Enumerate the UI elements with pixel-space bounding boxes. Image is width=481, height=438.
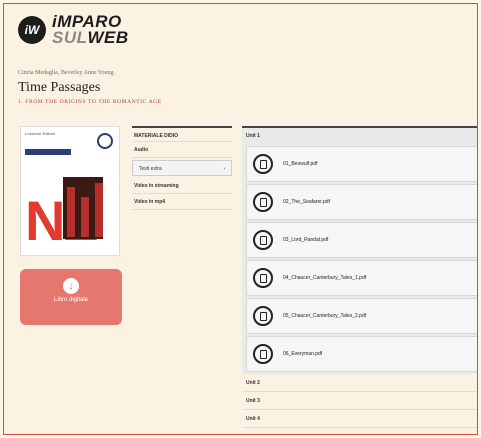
logo-text: iMPARO SULWEB (52, 13, 129, 47)
file-item[interactable]: 03_Lord_Randal.pdf (246, 222, 477, 258)
units-panel: Unit 1 01_Beowulf.pdf 02_The_Seafarer.pd… (242, 126, 477, 428)
chevron-right-icon: › (223, 166, 225, 172)
file-item[interactable]: 06_Everyman.pdf (246, 336, 477, 372)
unit-1-file-list: 01_Beowulf.pdf 02_The_Seafarer.pdf 03_Lo… (242, 142, 477, 374)
page-frame: iW iMPARO SULWEB Cinzia Medaglia, Beverl… (3, 3, 478, 435)
file-name: 02_The_Seafarer.pdf (283, 199, 330, 205)
file-item[interactable]: 01_Beowulf.pdf (246, 146, 477, 182)
menu-item-video-streaming[interactable]: Video in streaming (132, 178, 232, 194)
digital-book-label: Libro digitale (53, 297, 89, 303)
menu-header: MATERIALE DIDIO (132, 126, 232, 142)
logo-badge: iW (18, 16, 46, 44)
imparo-sul-web-logo[interactable]: iW iMPARO SULWEB (18, 13, 129, 47)
logo-line2-a: SUL (52, 28, 88, 47)
book-subtitle: 1. FROM THE ORIGINS TO THE ROMANTIC AGE (18, 99, 162, 105)
pdf-file-icon (253, 154, 273, 174)
file-item[interactable]: 05_Chaucer_Canterbury_Tales_2.pdf (246, 298, 477, 334)
cover-band (25, 149, 71, 155)
menu-item-audio[interactable]: Audio (132, 142, 232, 158)
cover-figure-stripe (95, 183, 103, 237)
logo-line2: SULWEB (52, 28, 129, 47)
cover-figure-stripe (81, 197, 89, 237)
file-item[interactable]: 02_The_Seafarer.pdf (246, 184, 477, 220)
unit-4-header[interactable]: Unit 4 (242, 410, 477, 428)
menu-item-video-mp4[interactable]: Video in mp4 (132, 194, 232, 210)
file-item[interactable]: 04_Chaucer_Canterbury_Tales_1.pdf (246, 260, 477, 296)
file-name: 03_Lord_Randal.pdf (283, 237, 329, 243)
book-title: Time Passages (18, 80, 101, 95)
pdf-file-icon (253, 230, 273, 250)
book-cover: Loescher Editore NE (20, 126, 120, 256)
logo-line2-b: WEB (87, 28, 129, 47)
unit-3-header[interactable]: Unit 3 (242, 392, 477, 410)
menu-item-testi-label: Testi extra (139, 166, 162, 172)
file-name: 06_Everyman.pdf (283, 351, 323, 357)
unit-1-header[interactable]: Unit 1 (242, 126, 477, 142)
unit-2-header[interactable]: Unit 2 (242, 374, 477, 392)
materials-menu: MATERIALE DIDIO Audio Testi extra › Vide… (132, 126, 232, 210)
file-name: 05_Chaucer_Canterbury_Tales_2.pdf (283, 313, 367, 319)
cover-publisher: Loescher Editore (25, 131, 56, 136)
pdf-file-icon (253, 268, 273, 288)
file-name: 04_Chaucer_Canterbury_Tales_1.pdf (283, 275, 367, 281)
pdf-file-icon (253, 344, 273, 364)
digital-book-button[interactable]: ↓ Libro digitale (20, 269, 122, 325)
cover-logo-icon (97, 133, 113, 149)
pdf-file-icon (253, 192, 273, 212)
file-name: 01_Beowulf.pdf (283, 161, 318, 167)
book-authors: Cinzia Medaglia, Beverley Anne Young (18, 70, 114, 76)
pdf-file-icon (253, 306, 273, 326)
menu-item-testi-extra[interactable]: Testi extra › (132, 160, 232, 176)
cover-figure-stripe (67, 187, 75, 237)
download-icon: ↓ (63, 278, 79, 294)
